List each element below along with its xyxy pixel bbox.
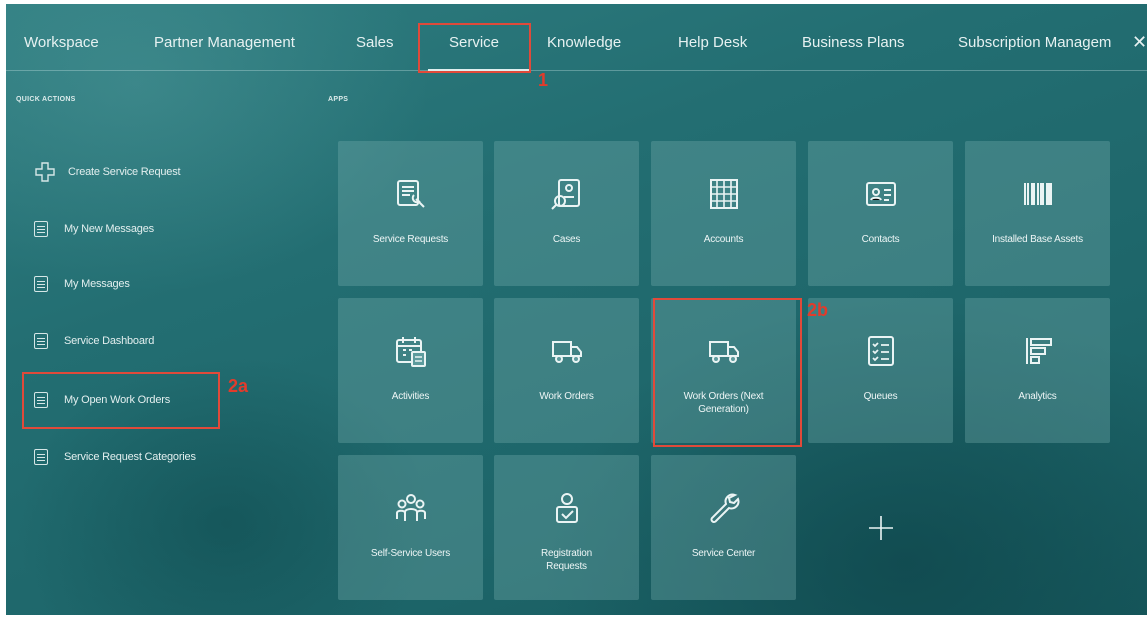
app-tile-analytics[interactable]: Analytics xyxy=(965,298,1110,443)
tile-label: Queues xyxy=(863,391,898,402)
add-icon xyxy=(864,511,898,545)
app-tile-registration-requests[interactable]: Registration Requests xyxy=(494,455,639,600)
tab-knowledge[interactable]: Knowledge xyxy=(547,34,621,51)
tile-label: Activities xyxy=(391,391,430,402)
tab-sales[interactable]: Sales xyxy=(356,34,394,51)
building-icon xyxy=(707,177,741,211)
app-tile-cases[interactable]: Cases xyxy=(494,141,639,286)
add-app-tile[interactable] xyxy=(808,455,953,600)
truck-icon xyxy=(550,334,584,368)
tab-subscription-management[interactable]: Subscription Managem xyxy=(958,34,1111,51)
quick-action-label: Create Service Request xyxy=(68,166,181,178)
service-request-icon xyxy=(394,177,428,211)
app-tile-installed-base-assets[interactable]: Installed Base Assets xyxy=(965,141,1110,286)
contact-card-icon xyxy=(864,177,898,211)
tile-label: Service Requests xyxy=(372,234,449,245)
quick-action-label: My Messages xyxy=(64,278,130,290)
analytics-icon xyxy=(1021,334,1055,368)
tab-partner-management[interactable]: Partner Management xyxy=(154,34,295,51)
tab-business-plans[interactable]: Business Plans xyxy=(802,34,905,51)
app-tile-service-center[interactable]: Service Center xyxy=(651,455,796,600)
plus-icon xyxy=(34,161,56,183)
case-icon xyxy=(550,177,584,211)
document-icon xyxy=(34,221,48,237)
tile-label: Work Orders xyxy=(539,391,594,402)
tab-help-desk[interactable]: Help Desk xyxy=(678,34,747,51)
user-check-icon xyxy=(550,491,584,525)
app-tile-queues[interactable]: Queues xyxy=(808,298,953,443)
annotation-label-2b: 2b xyxy=(807,300,829,320)
tile-label: Contacts xyxy=(861,234,900,245)
quick-actions-title: QUICK ACTIONS xyxy=(16,96,76,103)
annotation-label-1: 1 xyxy=(538,70,549,90)
tile-label: Accounts xyxy=(703,234,744,245)
tile-label: Analytics xyxy=(1018,391,1057,402)
app-tile-activities[interactable]: Activities xyxy=(338,298,483,443)
users-icon xyxy=(394,491,428,525)
top-nav: Workspace Partner Management Sales Servi… xyxy=(6,4,1147,70)
tile-label: Installed Base Assets xyxy=(992,234,1083,245)
quick-action-my-messages[interactable]: My Messages xyxy=(34,272,130,296)
calendar-icon xyxy=(394,334,428,368)
tile-label: Cases xyxy=(552,234,581,245)
tile-label: Registration Requests xyxy=(541,548,592,572)
checklist-icon xyxy=(864,334,898,368)
app-tile-service-requests[interactable]: Service Requests xyxy=(338,141,483,286)
annotation-box-1 xyxy=(418,23,531,73)
app-tile-contacts[interactable]: Contacts xyxy=(808,141,953,286)
quick-action-label: Service Dashboard xyxy=(64,335,155,347)
quick-action-service-dashboard[interactable]: Service Dashboard xyxy=(34,329,154,353)
quick-action-label: My New Messages xyxy=(64,223,154,235)
wrench-icon xyxy=(707,491,741,525)
annotation-box-2a xyxy=(22,372,220,429)
annotation-label-2a: 2a xyxy=(228,376,249,396)
document-icon xyxy=(34,449,48,465)
app-tile-work-orders[interactable]: Work Orders xyxy=(494,298,639,443)
quick-action-my-new-messages[interactable]: My New Messages xyxy=(34,217,154,241)
barcode-icon xyxy=(1021,177,1055,211)
apps-title: APPS xyxy=(328,96,349,103)
app-tile-accounts[interactable]: Accounts xyxy=(651,141,796,286)
tile-label: Self-Service Users xyxy=(370,548,451,559)
quick-action-service-request-categories[interactable]: Service Request Categories xyxy=(34,445,196,469)
close-icon[interactable]: ✕ xyxy=(1132,32,1147,53)
annotation-box-2b xyxy=(653,298,802,447)
app-frame: Workspace Partner Management Sales Servi… xyxy=(6,4,1147,615)
quick-action-create-service-request[interactable]: Create Service Request xyxy=(34,160,181,184)
nav-divider xyxy=(6,70,1147,71)
tile-label: Service Center xyxy=(691,548,756,559)
document-icon xyxy=(34,333,48,349)
app-tile-self-service-users[interactable]: Self-Service Users xyxy=(338,455,483,600)
tab-workspace[interactable]: Workspace xyxy=(24,34,99,51)
document-icon xyxy=(34,276,48,292)
quick-action-label: Service Request Categories xyxy=(64,451,196,463)
